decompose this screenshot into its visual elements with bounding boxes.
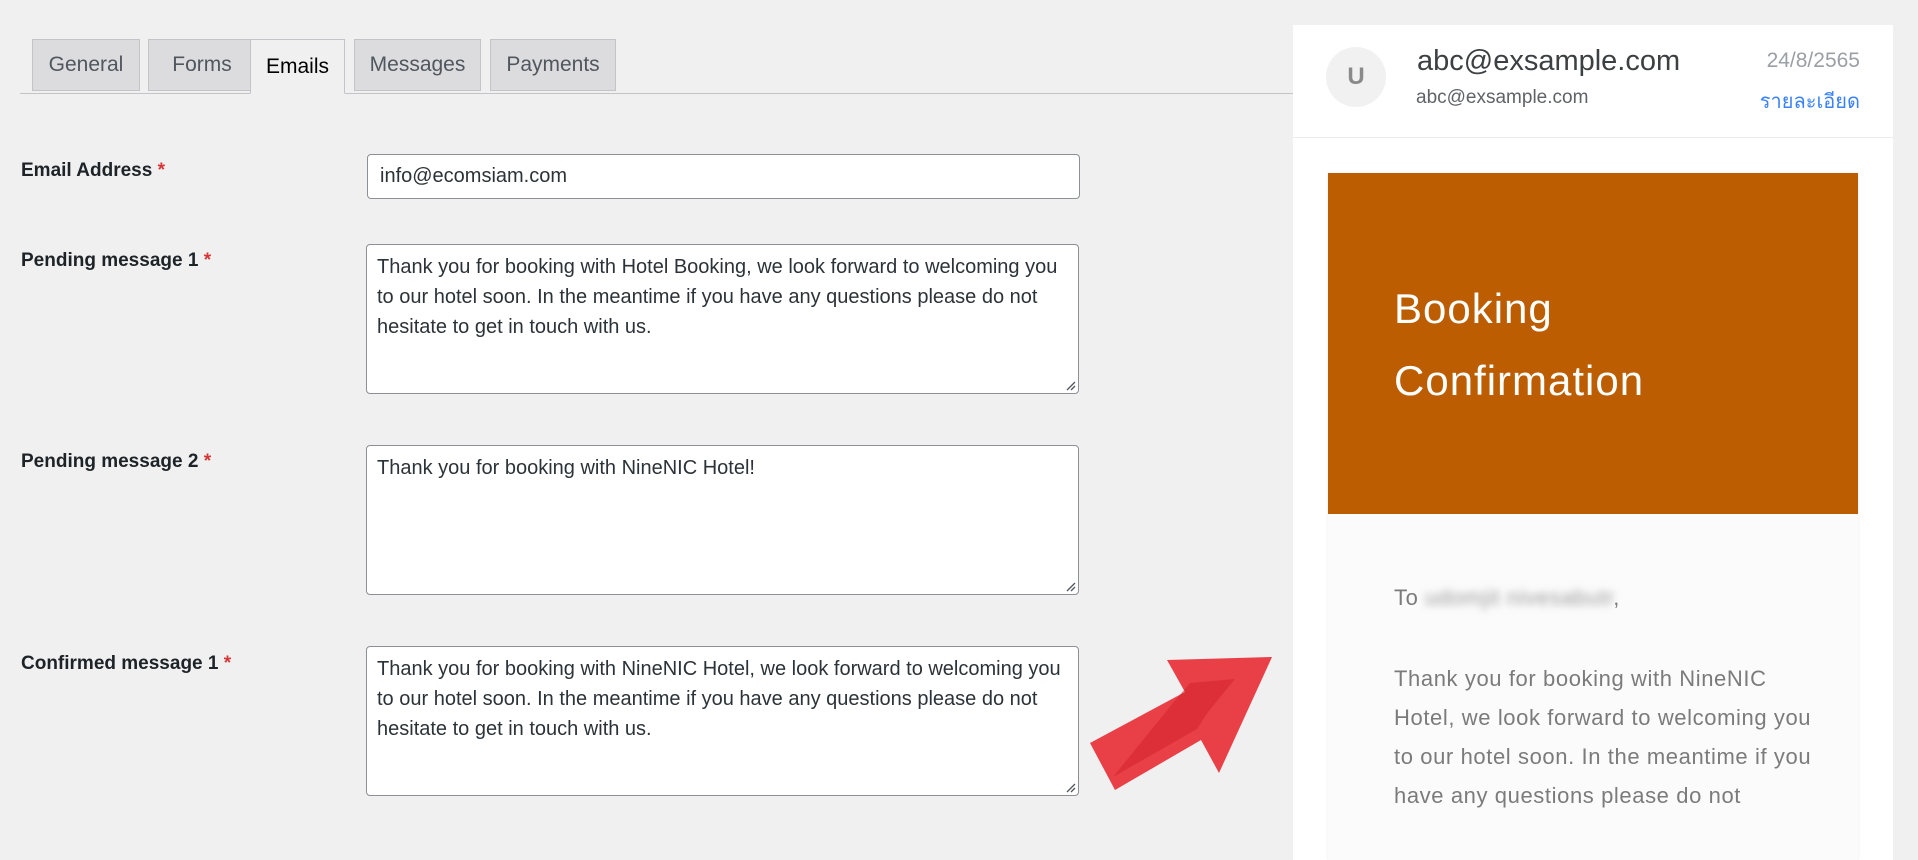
required-mark: * — [223, 653, 232, 674]
tab-emails[interactable]: Emails — [250, 39, 345, 94]
email-message: Thank you for booking with NineNIC Hotel… — [1394, 666, 1812, 808]
tab-payments[interactable]: Payments — [490, 39, 616, 91]
required-mark: * — [203, 451, 212, 472]
email-date: 24/8/2565 — [1766, 49, 1860, 72]
avatar: U — [1326, 47, 1386, 107]
required-mark: * — [157, 160, 165, 181]
resize-grip-icon[interactable] — [1064, 781, 1076, 793]
required-mark: * — [203, 250, 212, 271]
tab-messages[interactable]: Messages — [354, 39, 481, 91]
booking-banner: Booking Confirmation — [1328, 173, 1858, 514]
confirmed-message-1-label: Confirmed message 1 * — [21, 653, 232, 674]
tab-forms[interactable]: Forms — [148, 39, 256, 91]
pending-message-1-label: Pending message 1 * — [21, 250, 212, 271]
greeting: To udomjit nivesabutr, — [1394, 585, 1620, 610]
confirmed-message-1-textarea[interactable]: Thank you for booking with NineNIC Hotel… — [366, 646, 1079, 796]
recipient-name: udomjit nivesabutr — [1425, 585, 1614, 610]
resize-grip-icon[interactable] — [1064, 379, 1076, 391]
email-address-label: Email Address * — [21, 160, 165, 181]
sender-email: abc@exsample.com — [1416, 87, 1589, 108]
details-link[interactable]: รายละเอียด — [1760, 85, 1860, 117]
tab-general[interactable]: General — [32, 39, 140, 91]
email-body: Booking Confirmation To udomjit nivesabu… — [1328, 173, 1858, 860]
sender-name: abc@exsample.com — [1417, 45, 1681, 77]
pending-message-2-textarea[interactable]: Thank you for booking with NineNIC Hotel… — [366, 445, 1079, 595]
banner-title: Booking Confirmation — [1394, 285, 1645, 404]
email-header: U abc@exsample.com abc@exsample.com 24/8… — [1293, 25, 1893, 138]
settings-tabs: General Forms Emails Messages Payments — [20, 39, 1293, 94]
pending-message-1-textarea[interactable]: Thank you for booking with Hotel Booking… — [366, 244, 1079, 394]
resize-grip-icon[interactable] — [1064, 580, 1076, 592]
pending-message-2-label: Pending message 2 * — [21, 451, 212, 472]
pointer-arrow-icon — [1090, 657, 1272, 790]
email-address-input[interactable]: info@ecomsiam.com — [367, 154, 1080, 199]
